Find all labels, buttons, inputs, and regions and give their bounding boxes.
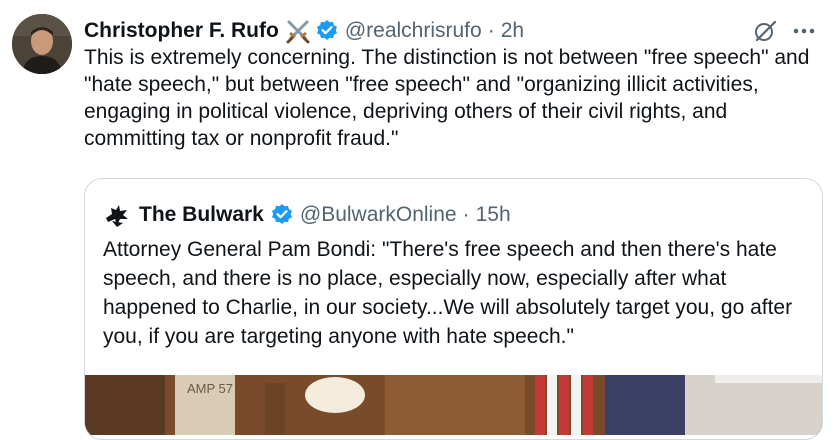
author-handle[interactable]: @realchrisrufo [345,19,482,43]
verified-badge-icon [270,203,294,227]
time-separator: · [487,19,495,42]
bulwark-logo-icon[interactable] [103,201,131,229]
grok-icon[interactable] [751,17,779,45]
author-name[interactable]: Christopher F. Rufo [84,19,279,43]
quote-media-image[interactable]: AMP 57 [85,375,822,435]
tweet-header: Christopher F. Rufo @realchrisrufo · 2h [84,14,827,48]
header-actions [751,16,819,46]
media-caption: AMP 57 [187,381,233,396]
tweet-text: This is extremely concerning. The distin… [84,46,810,150]
quote-time-separator: · [462,203,470,226]
quote-author-name[interactable]: The Bulwark [139,203,264,227]
more-horizontal-icon[interactable] [789,16,819,46]
verified-badge-icon [315,19,339,43]
avatar[interactable] [12,14,72,74]
tweet-time[interactable]: 2h [501,19,524,43]
quote-text: Attorney General Pam Bondi: "There's fre… [103,238,793,348]
quote-author-handle[interactable]: @BulwarkOnline [300,203,457,227]
quote-time[interactable]: 15h [476,203,511,227]
crossed-swords-icon [285,18,311,44]
tweet[interactable]: Christopher F. Rufo @realchrisrufo · 2h [0,0,839,440]
quote-header: The Bulwark @BulwarkOnline · 15h [103,201,511,229]
quoted-tweet[interactable]: The Bulwark @BulwarkOnline · 15h Attorne… [84,178,823,440]
